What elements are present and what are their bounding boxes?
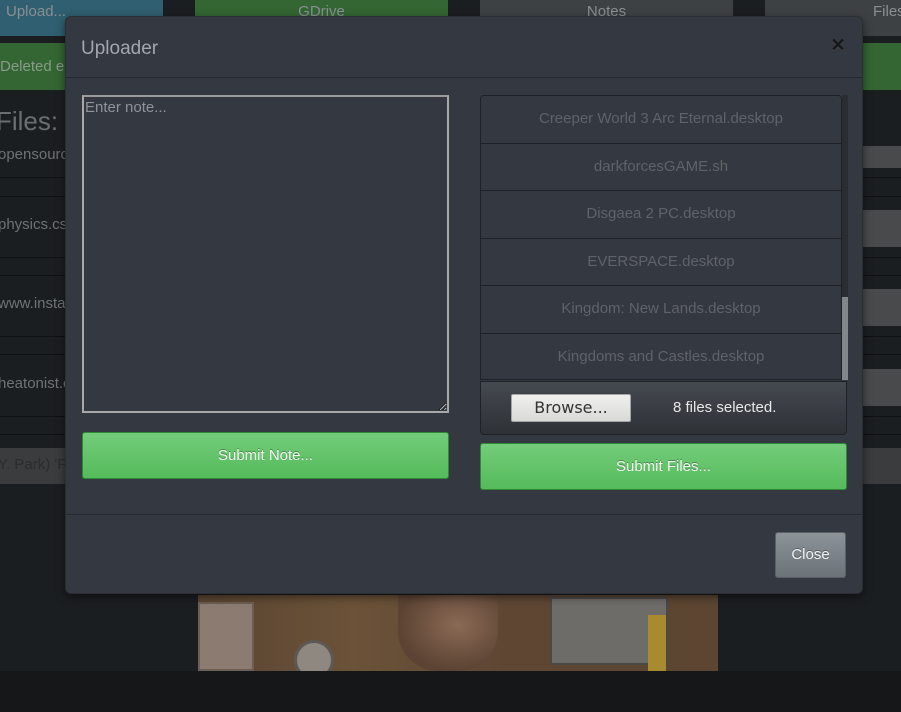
- modal-header: Uploader ✕: [66, 17, 862, 78]
- submit-files-button[interactable]: Submit Files...: [480, 443, 847, 490]
- file-row-action[interactable]: [863, 210, 901, 247]
- file-row-name: Y. Park) 'F: [0, 456, 67, 473]
- photo-person-shape: [398, 595, 498, 671]
- list-item: Kingdom: New Lands.desktop: [481, 286, 841, 334]
- photo-clock-shape: [294, 640, 334, 671]
- selected-files-list[interactable]: Creeper World 3 Arc Eternal.desktop dark…: [480, 95, 842, 380]
- files-heading: Files:: [0, 106, 59, 136]
- background-photo: [198, 595, 718, 671]
- alert-text: Deleted en: [0, 58, 73, 75]
- submit-note-button[interactable]: Submit Note...: [82, 432, 449, 479]
- list-item: darkforcesGAME.sh: [481, 143, 841, 191]
- file-input: Browse... 8 files selected.: [480, 381, 847, 435]
- note-textarea[interactable]: [82, 95, 449, 413]
- uploader-modal: Uploader ✕ Submit Note... Creeper World …: [65, 16, 863, 594]
- file-row-name: opensourc: [0, 146, 69, 163]
- list-item: Kingdoms and Castles.desktop: [481, 333, 841, 379]
- file-row-name: physics.cs: [0, 216, 68, 233]
- file-row-action[interactable]: [863, 146, 901, 168]
- files-selected-status: 8 files selected.: [673, 399, 777, 416]
- photo-guitar-shape: [648, 615, 666, 671]
- photo-frame-shape: [198, 602, 254, 671]
- list-item: Disgaea 2 PC.desktop: [481, 191, 841, 239]
- close-x-icon[interactable]: ✕: [828, 35, 848, 55]
- file-row-action[interactable]: [863, 289, 901, 326]
- list-item: Creeper World 3 Arc Eternal.desktop: [481, 96, 841, 144]
- file-row-name: www.instag: [0, 295, 74, 312]
- file-row-name: heatonist.c: [0, 375, 71, 392]
- list-item: EVERSPACE.desktop: [481, 238, 841, 286]
- file-row-action[interactable]: [863, 369, 901, 406]
- browse-button[interactable]: Browse...: [511, 394, 631, 422]
- modal-footer: Close: [66, 514, 862, 593]
- page: Upload... GDrive Notes Files Deleted en …: [0, 0, 901, 712]
- file-list-scrollbar-thumb[interactable]: [842, 297, 848, 380]
- close-button[interactable]: Close: [775, 532, 846, 578]
- bottom-strip: [0, 671, 901, 712]
- modal-title: Uploader: [81, 38, 159, 59]
